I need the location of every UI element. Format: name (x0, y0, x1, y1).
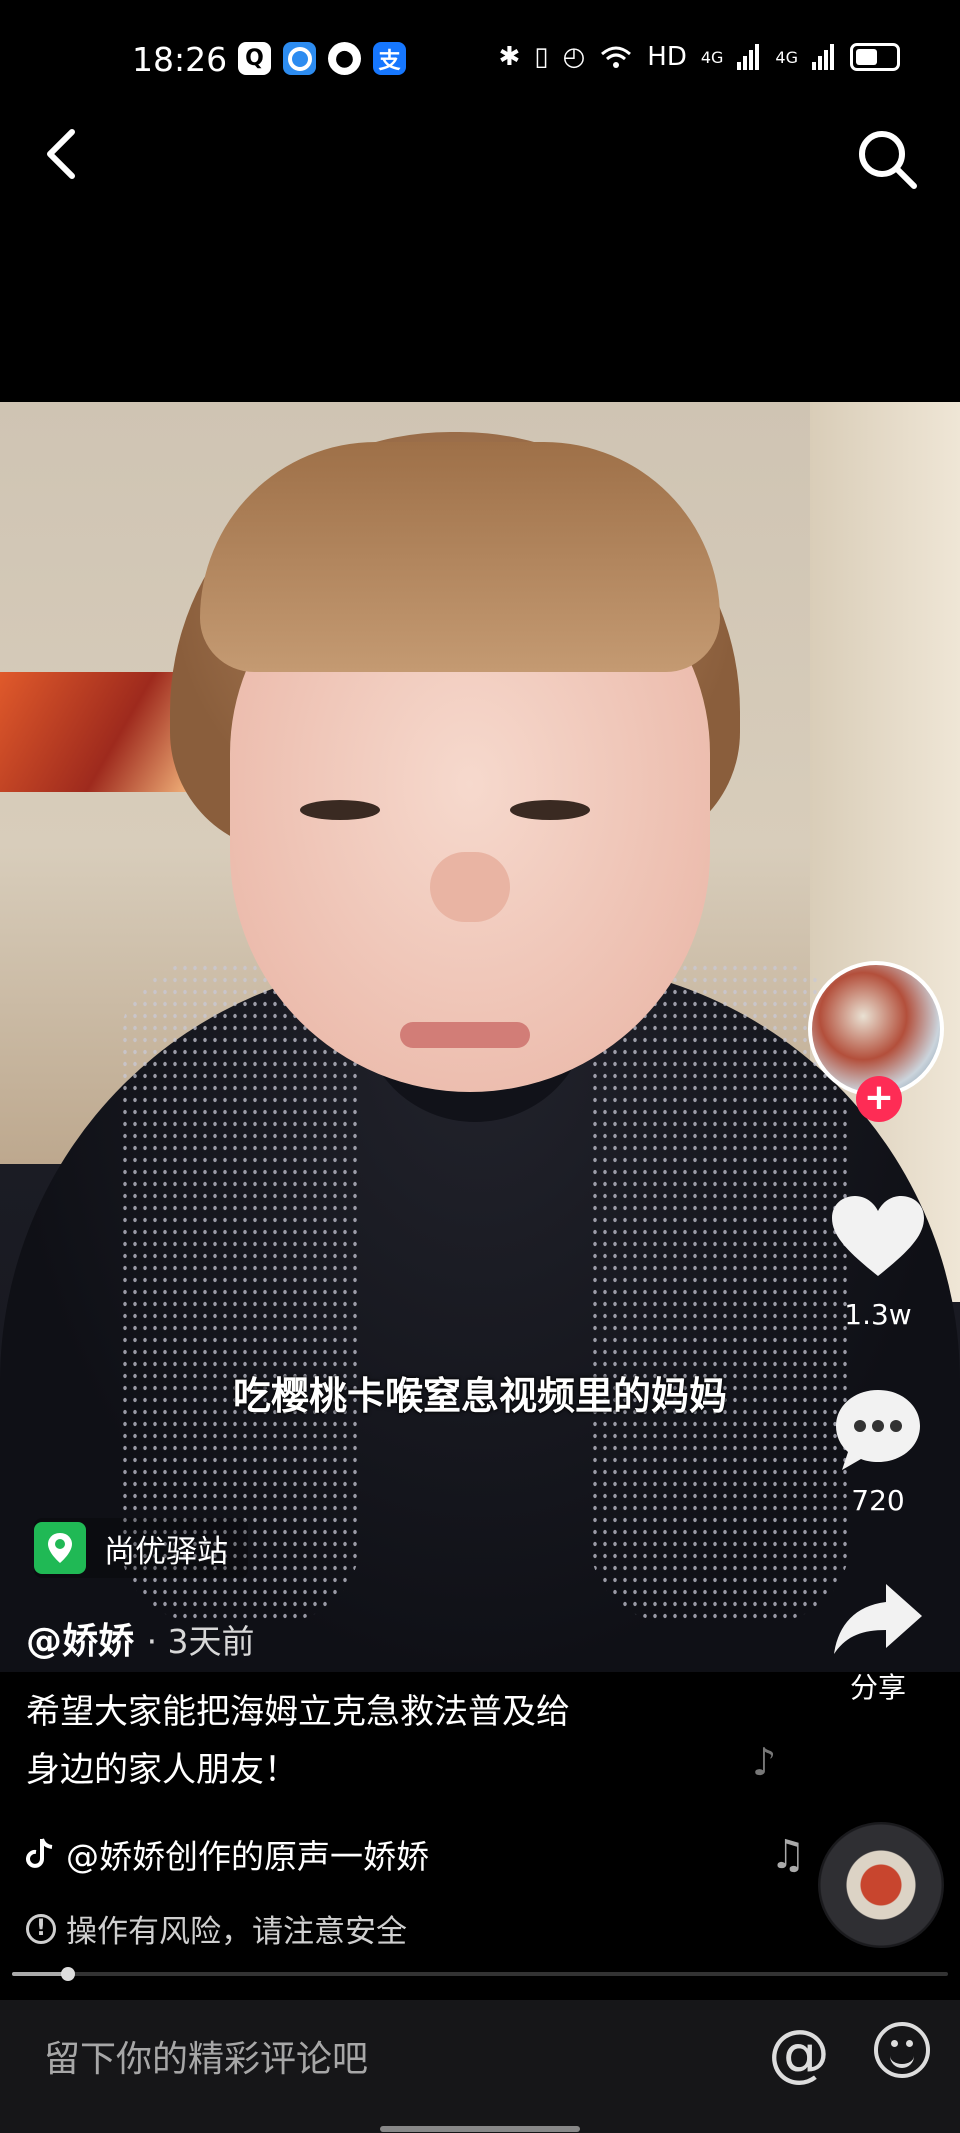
location-tag[interactable]: 尚优驿站 (34, 1518, 248, 1578)
wifi-icon (601, 46, 632, 68)
status-right-icons: ✱ ▯ ◴ HD 4G 4G (498, 42, 900, 72)
mention-at-icon[interactable]: @ (768, 2016, 830, 2089)
camera-app-icon: ● (328, 42, 361, 75)
emoji-icon[interactable] (874, 2022, 930, 2078)
video-person-nose (430, 852, 510, 922)
risk-warning-text: 操作有风险，请注意安全 (66, 1914, 407, 1950)
video-progress-knob[interactable] (61, 1967, 76, 1981)
status-time: 18:26 (132, 40, 228, 79)
share-arrow-icon[interactable] (830, 1578, 926, 1658)
home-indicator (380, 2126, 580, 2132)
video-person-bangs (200, 442, 720, 672)
search-icon[interactable] (852, 124, 922, 194)
video-painting (0, 672, 190, 792)
signal-icon-2 (812, 44, 834, 70)
back-arrow-icon[interactable] (40, 124, 90, 184)
comment-count: 720 (851, 1484, 905, 1517)
q-app-icon: Q (238, 42, 271, 75)
video-person-mouth (400, 1022, 530, 1048)
alarm-icon: ◴ (562, 42, 586, 72)
comment-input[interactable]: 留下你的精彩评论吧 (44, 2030, 368, 2082)
status-app-icons: Q ● 支 (238, 42, 406, 75)
alipay-icon: 支 (373, 42, 406, 75)
music-disc[interactable] (818, 1822, 944, 1948)
music-info[interactable]: @娇娇创作的原声一娇娇 (26, 1830, 429, 1878)
description-line: 身边的家人朋友！ (26, 1750, 298, 1790)
bluetooth-icon: ✱ (498, 42, 521, 72)
video-progress-fill (12, 1972, 69, 1976)
share-label: 分享 (849, 1671, 906, 1704)
shirt-pattern-right (590, 962, 850, 1622)
signal-4g-label-2: 4G (775, 47, 798, 67)
comment-bubble-icon[interactable] (830, 1384, 926, 1474)
author-name[interactable]: @娇娇 (26, 1621, 134, 1662)
status-bar: 18:26 Q ● 支 ✱ ▯ ◴ HD 4G 4G (0, 0, 960, 92)
signal-4g-label: 4G (700, 47, 724, 67)
music-note-icon-2: ♫ (770, 1832, 806, 1878)
browser-icon (283, 42, 316, 75)
post-time: · 3天前 (146, 1622, 255, 1661)
music-title: @娇娇创作的原声一娇娇 (66, 1837, 429, 1876)
follow-button[interactable]: + (856, 1076, 902, 1122)
video-person-eye-left (300, 800, 380, 820)
video-person-eye-right (510, 800, 590, 820)
description-line: 希望大家能把海姆立克急救法普及给 (26, 1692, 570, 1732)
risk-warning: ! 操作有风险，请注意安全 (26, 1906, 407, 1951)
author-line[interactable]: @娇娇 · 3天前 (26, 1612, 255, 1664)
location-label: 尚优驿站 (104, 1533, 228, 1570)
post-description[interactable]: 希望大家能把海姆立克急救法普及给 身边的家人朋友！ (26, 1683, 746, 1799)
music-note-icon: ♪ (752, 1740, 777, 1784)
video-subtitle: 吃樱桃卡喉窒息视频里的妈妈 (232, 1374, 727, 1418)
vibrate-icon: ▯ (534, 42, 549, 72)
battery-icon (850, 43, 900, 71)
like-heart-icon[interactable] (828, 1192, 928, 1282)
location-pin-icon (34, 1522, 86, 1574)
hd-label: HD (647, 42, 687, 72)
warning-icon: ! (26, 1913, 56, 1944)
video-progress-bar[interactable] (12, 1967, 948, 1981)
signal-icon (737, 44, 760, 70)
tiktok-note-icon (26, 1838, 53, 1868)
like-count: 1.3w (844, 1298, 912, 1331)
